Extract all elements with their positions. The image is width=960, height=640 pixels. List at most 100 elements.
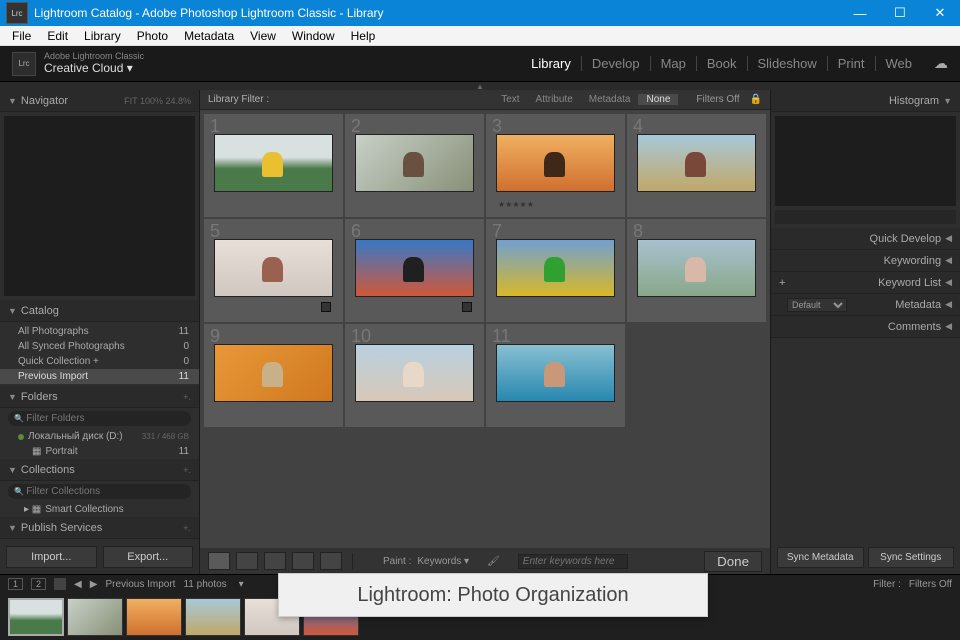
grid-toolbar: Paint : Keywords ▾ 🖌 Done (200, 548, 770, 574)
module-slideshow[interactable]: Slideshow (748, 56, 828, 71)
right-panel-group: Histogram ▼ Quick Develop ◀ Keywording ◀… (770, 90, 960, 574)
top-reveal-arrow[interactable]: ▲ (0, 82, 960, 90)
filter-lock-icon[interactable]: 🔒 (750, 94, 762, 105)
grid-cell[interactable]: 3★★★★★ (486, 114, 625, 217)
grid-cell[interactable]: 8 (627, 219, 766, 322)
filmstrip-thumb[interactable] (8, 598, 64, 636)
filmstrip-source[interactable]: Previous Import (105, 579, 175, 590)
filmstrip-thumb[interactable] (185, 598, 241, 636)
compare-view-button[interactable] (264, 552, 286, 570)
filter-bar-label: Library Filter : (208, 94, 269, 105)
grid-cell[interactable]: 11 (486, 324, 625, 427)
catalog-item[interactable]: All Photographs11 (0, 324, 199, 339)
keyword-list-header[interactable]: + Keyword List ◀ (771, 272, 960, 294)
chevron-down-icon: ▼ (8, 306, 17, 316)
grid-cell[interactable]: 6 (345, 219, 484, 322)
grid-cell[interactable]: 7 (486, 219, 625, 322)
menu-photo[interactable]: Photo (129, 29, 176, 43)
nav-back-icon[interactable]: ◀ (74, 579, 82, 590)
filter-status[interactable]: Filters Off (690, 94, 745, 105)
survey-view-button[interactable] (292, 552, 314, 570)
monitor-1-icon[interactable]: 1 (8, 578, 23, 590)
grid-cell[interactable]: 9 (204, 324, 343, 427)
keywords-input[interactable] (518, 554, 628, 569)
loupe-view-button[interactable] (236, 552, 258, 570)
smart-collections-row[interactable]: ▸ ▦Smart Collections (0, 502, 199, 517)
menu-window[interactable]: Window (284, 29, 343, 43)
library-filter-bar: Library Filter : TextAttributeMetadataNo… (200, 90, 770, 110)
monitor-2-icon[interactable]: 2 (31, 578, 46, 590)
maximize-button[interactable]: ☐ (880, 0, 920, 26)
navigator-header[interactable]: ▼ Navigator FIT 100% 24.8% (0, 90, 199, 112)
publish-services-header[interactable]: ▼ Publish Services +. (0, 517, 199, 539)
painter-mode[interactable]: Keywords ▾ (417, 556, 469, 567)
people-view-button[interactable] (320, 552, 342, 570)
grid-view-button[interactable] (208, 552, 230, 570)
menu-view[interactable]: View (242, 29, 284, 43)
nav-fwd-icon[interactable]: ▶ (90, 579, 98, 590)
painter-brush-icon[interactable]: 🖌 (487, 556, 500, 567)
filter-tab-attribute[interactable]: Attribute (528, 94, 581, 105)
grid-cell[interactable]: 5 (204, 219, 343, 322)
navigator-preview[interactable] (4, 116, 195, 296)
grid-cell[interactable]: 1 (204, 114, 343, 217)
catalog-list: All Photographs11All Synced Photographs0… (0, 322, 199, 386)
sync-settings-button[interactable]: Sync Settings (868, 547, 955, 568)
chevron-down-icon: ▼ (943, 96, 952, 106)
export-button[interactable]: Export... (103, 546, 194, 568)
import-button[interactable]: Import... (6, 546, 97, 568)
quick-develop-header[interactable]: Quick Develop ◀ (771, 228, 960, 250)
filmstrip-thumb[interactable] (126, 598, 182, 636)
menu-bar: FileEditLibraryPhotoMetadataViewWindowHe… (0, 26, 960, 46)
collections-header[interactable]: ▼ Collections +. (0, 459, 199, 481)
folders-header[interactable]: ▼ Folders +. (0, 386, 199, 408)
filmstrip-thumb[interactable] (67, 598, 123, 636)
add-collection-icon[interactable]: +. (183, 465, 191, 475)
module-web[interactable]: Web (876, 56, 923, 71)
filter-tab-none[interactable]: None (638, 94, 678, 105)
folder-row[interactable]: ▦Portrait11 (0, 444, 199, 459)
grid-cell[interactable]: 4 (627, 114, 766, 217)
histogram-header[interactable]: Histogram ▼ (771, 90, 960, 112)
module-map[interactable]: Map (651, 56, 697, 71)
close-button[interactable]: ✕ (920, 0, 960, 26)
keywording-header[interactable]: Keywording ◀ (771, 250, 960, 272)
module-picker: LibraryDevelopMapBookSlideshowPrintWeb (521, 56, 922, 71)
navigator-zoom[interactable]: FIT 100% 24.8% (124, 96, 191, 106)
menu-help[interactable]: Help (343, 29, 384, 43)
grid-cell[interactable]: 2 (345, 114, 484, 217)
module-develop[interactable]: Develop (582, 56, 651, 71)
sync-metadata-button[interactable]: Sync Metadata (777, 547, 864, 568)
catalog-item[interactable]: All Synced Photographs0 (0, 339, 199, 354)
menu-library[interactable]: Library (76, 29, 129, 43)
metadata-header[interactable]: Default Metadata ◀ (771, 294, 960, 316)
filter-tab-metadata[interactable]: Metadata (581, 94, 639, 105)
folder-row[interactable]: Локальный диск (D:)331 / 468 GB (0, 429, 199, 444)
filter-tab-text[interactable]: Text (493, 94, 527, 105)
grid-mode-icon[interactable] (54, 578, 66, 590)
menu-edit[interactable]: Edit (39, 29, 76, 43)
module-library[interactable]: Library (521, 56, 582, 71)
left-panel-group: ▼ Navigator FIT 100% 24.8% ▼ Catalog All… (0, 90, 200, 574)
filmstrip-filter-value[interactable]: Filters Off (909, 579, 952, 590)
chevron-left-icon: ◀ (945, 233, 952, 244)
catalog-header[interactable]: ▼ Catalog (0, 300, 199, 322)
module-print[interactable]: Print (828, 56, 876, 71)
menu-metadata[interactable]: Metadata (176, 29, 242, 43)
collection-filter-input[interactable]: Filter Collections (8, 484, 191, 499)
folder-filter-input[interactable]: Filter Folders (8, 411, 191, 426)
catalog-item[interactable]: Previous Import11 (0, 369, 199, 384)
grid-cell[interactable]: 10 (345, 324, 484, 427)
comments-header[interactable]: Comments ◀ (771, 316, 960, 338)
metadata-preset-select[interactable]: Default (787, 298, 847, 312)
cloud-sync-icon[interactable]: ☁ (934, 55, 948, 72)
chevron-left-icon: ◀ (945, 255, 952, 266)
add-folder-icon[interactable]: +. (183, 392, 191, 402)
chevron-right-icon: ▼ (8, 523, 17, 533)
minimize-button[interactable]: — (840, 0, 880, 26)
module-book[interactable]: Book (697, 56, 748, 71)
catalog-item[interactable]: Quick Collection +0 (0, 354, 199, 369)
menu-file[interactable]: File (4, 29, 39, 43)
app-icon: Lrc (6, 2, 28, 24)
done-button[interactable]: Done (704, 551, 762, 572)
